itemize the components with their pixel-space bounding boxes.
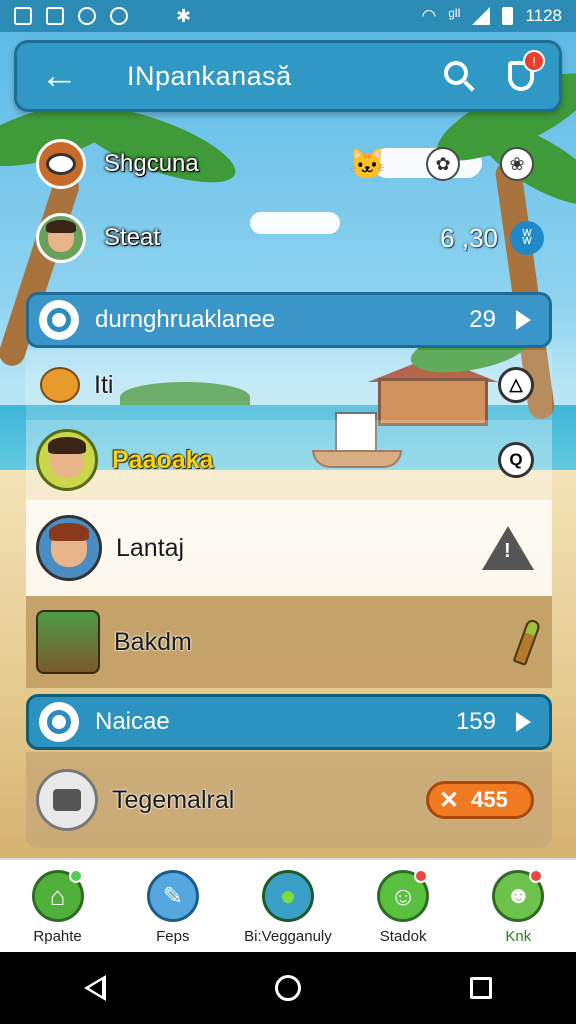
robot-face [53, 789, 81, 811]
list-item[interactable]: Paaoaka Q [26, 420, 552, 500]
settings-flower-icon[interactable]: ✿ [426, 147, 460, 181]
section-count: 29 [469, 306, 496, 333]
header-row-player[interactable]: Steat 6 ,30 ʬ [36, 210, 544, 266]
nav-home[interactable]: ⌂ Rpahte [4, 869, 112, 945]
leaf-icon: ● [261, 870, 314, 922]
cell-signal-icon [472, 7, 491, 25]
section-header-1[interactable]: durnghruaklanee 29 [26, 292, 552, 348]
list-item[interactable]: Tegemalral ✕ 455 [26, 752, 552, 848]
section-header-2[interactable]: Naicae 159 [26, 694, 552, 750]
lock-icon[interactable]: △ [498, 367, 534, 403]
system-home-icon[interactable] [274, 975, 301, 1001]
cat-icon: 🐱 [348, 147, 386, 181]
gallery-icon [46, 7, 64, 25]
player-avatar [36, 213, 86, 263]
section-icon [39, 702, 79, 742]
nav-label: Rpahte [33, 928, 82, 945]
battery-icon [502, 7, 514, 25]
nav-dot [68, 869, 83, 883]
nav-knk[interactable]: ☻ Knk [464, 869, 572, 945]
search-button[interactable] [439, 56, 479, 96]
home-icon: ⌂ [31, 869, 84, 922]
list-item[interactable]: Iti △ [26, 350, 552, 420]
player-name: Steat [104, 224, 161, 251]
section-label: Naicae [95, 708, 170, 735]
item-avatar [36, 429, 98, 491]
landscape-icon: ☻ [492, 869, 545, 922]
sync-icon [78, 7, 96, 25]
item-name: Paaoaka [112, 445, 214, 474]
item-thumbnail [36, 610, 100, 674]
play-arrow-icon [516, 712, 531, 732]
bluetooth-icon: ✱ [176, 5, 192, 26]
torch-icon[interactable] [512, 617, 542, 667]
section-label: durnghruaklanee [95, 306, 276, 333]
count-badge[interactable]: ✕ 455 [426, 781, 534, 819]
nav-label: Stadok [379, 928, 427, 945]
bottom-navigation: ⌂ Rpahte ✎ Feps ● Bi:Vegganuly ☺ Stadok … [0, 858, 576, 952]
feather-icon: ✎ [146, 870, 199, 922]
section-icon [39, 300, 79, 340]
signal-text: ᵍᴵᴵ [448, 6, 461, 25]
fruit-icon [40, 367, 80, 403]
back-button[interactable]: ← [31, 48, 87, 104]
nav-dot [414, 869, 429, 883]
clock: 1128 [525, 6, 562, 25]
arrow-left-icon: ← [40, 54, 78, 97]
notifications-button[interactable]: ! [501, 50, 545, 96]
header-row-guild[interactable]: Shgcuna 🐱 ✿ ❀ [36, 136, 544, 192]
system-navigation-bar [0, 952, 576, 1024]
nav-dot [529, 869, 544, 883]
chip-icon[interactable]: ʬ [510, 221, 544, 255]
search-person-icon[interactable]: Q [498, 442, 534, 478]
item-name: Bakdm [114, 627, 192, 656]
wifi-icon: ◠ [421, 6, 437, 25]
nav-feeds[interactable]: ✎ Feps [119, 870, 227, 945]
flower-icon[interactable]: ❀ [500, 147, 534, 181]
bolt-icon [110, 7, 128, 25]
item-name: Iti [94, 370, 114, 399]
item-avatar [36, 515, 102, 581]
notification-badge: ! [523, 50, 545, 72]
badge-count: 455 [471, 787, 508, 812]
system-recents-icon[interactable] [469, 977, 492, 999]
nav-label: Feps [156, 928, 190, 945]
list-item[interactable]: Bakdm [26, 596, 552, 688]
robot-icon [36, 769, 98, 831]
nav-stadok[interactable]: ☺ Stadok [349, 869, 457, 945]
top-app-bar: ← INpankanasă ! [14, 40, 562, 112]
system-back-icon[interactable] [84, 975, 107, 1001]
item-name: Lantaj [116, 533, 185, 562]
smiley-icon: ☺ [377, 869, 430, 922]
nav-label: Knk [505, 928, 532, 945]
item-name: Tegemalral [112, 785, 235, 814]
warning-icon[interactable]: ! [482, 526, 534, 570]
nav-vegganuly[interactable]: ● Bi:Vegganuly [234, 870, 342, 945]
guild-avatar [36, 139, 86, 189]
search-icon-handle [463, 80, 475, 92]
screenshot-icon [14, 7, 32, 25]
section-count: 159 [455, 708, 496, 735]
play-arrow-icon [516, 310, 531, 330]
close-icon: ✕ [439, 786, 460, 814]
player-score: 6 ,30 [440, 222, 498, 253]
list-item[interactable]: Lantaj ! [26, 500, 552, 596]
list-panel: durnghruaklanee 29 Iti △ Paaoaka Q Lanta… [26, 292, 552, 848]
nav-label: Bi:Vegganuly [244, 928, 332, 945]
guild-name: Shgcuna [104, 150, 199, 177]
page-title: INpankanasă [127, 60, 292, 91]
emblem-icon [46, 153, 76, 175]
status-bar: ✱ ◠ ᵍᴵᴵ 1128 [0, 0, 576, 32]
